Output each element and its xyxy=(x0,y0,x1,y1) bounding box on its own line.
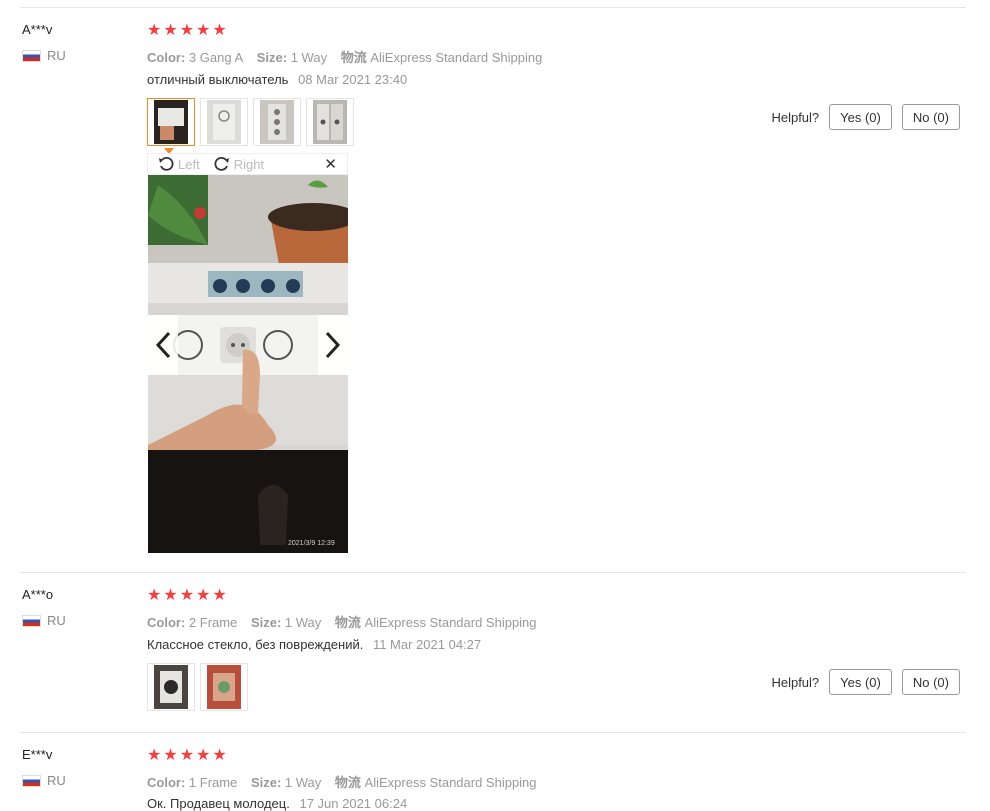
star-icon: ★ xyxy=(212,22,227,39)
reviewer-country: RU xyxy=(22,48,66,63)
helpful-yes-button[interactable]: Yes (0) xyxy=(829,669,892,695)
divider xyxy=(20,7,966,8)
star-icon: ★ xyxy=(179,747,195,764)
star-icon: ★ xyxy=(147,587,162,604)
star-rating: ★ ★ ★ ★ ★ xyxy=(147,23,227,39)
russia-flag-icon xyxy=(22,49,41,62)
photo-thumbnail[interactable] xyxy=(306,98,354,146)
star-icon: ★ xyxy=(212,747,227,764)
star-icon: ★ xyxy=(196,22,211,39)
star-icon: ★ xyxy=(179,22,195,39)
size-label: Size: xyxy=(250,615,282,630)
color-value: 3 Gang A xyxy=(188,50,244,65)
helpful-no-button[interactable]: No (0) xyxy=(901,669,960,695)
star-icon: ★ xyxy=(196,747,211,764)
sku-attributes: Color: 2 Frame Size: 1 Way 物流 AliExpress… xyxy=(147,612,547,631)
photo-thumbnail[interactable] xyxy=(253,98,301,146)
shipping-value: AliExpress Standard Shipping xyxy=(364,615,537,630)
size-value: 1 Way xyxy=(284,615,322,630)
country-code: RU xyxy=(47,773,66,788)
color-label: Color: xyxy=(147,775,186,790)
chevron-left-icon xyxy=(155,331,171,359)
star-icon: ★ xyxy=(147,747,162,764)
photo-thumbnail[interactable] xyxy=(200,98,248,146)
helpful-votes: Helpful? Yes (0) No (0) xyxy=(771,104,960,130)
country-code: RU xyxy=(47,613,66,628)
star-icon: ★ xyxy=(163,587,178,604)
shipping-value: AliExpress Standard Shipping xyxy=(370,50,543,65)
size-label: Size: xyxy=(256,50,288,65)
photo-thumbnail-image xyxy=(207,665,241,709)
helpful-label: Helpful? xyxy=(771,674,820,690)
photo-thumbnail[interactable] xyxy=(147,98,195,146)
shipping-label: 物流 xyxy=(334,615,361,630)
size-value: 1 Way xyxy=(284,775,322,790)
review-body: Ок. Продавец молодец. xyxy=(147,796,290,811)
helpful-yes-button[interactable]: Yes (0) xyxy=(829,104,892,130)
photo-thumbnail-image xyxy=(154,100,188,144)
review-body: отличный выключатель xyxy=(147,72,289,87)
photo-thumbnail-image xyxy=(260,100,294,144)
shipping-value: AliExpress Standard Shipping xyxy=(364,775,537,790)
review-text: Классное стекло, без повреждений. 11 Mar… xyxy=(147,637,481,652)
sku-attributes: Color: 3 Gang A Size: 1 Way 物流 AliExpres… xyxy=(147,47,552,66)
photo-viewer-toolbar: Left Right ✕ xyxy=(147,153,348,175)
rotate-left-button[interactable]: Left xyxy=(158,156,200,172)
photo-thumbnail-image xyxy=(207,100,241,144)
close-viewer-button[interactable]: ✕ xyxy=(324,155,337,173)
sku-attributes: Color: 1 Frame Size: 1 Way 物流 AliExpress… xyxy=(147,772,547,791)
helpful-label: Helpful? xyxy=(771,109,820,125)
color-value: 2 Frame xyxy=(188,615,238,630)
chevron-right-icon xyxy=(325,331,341,359)
country-code: RU xyxy=(47,48,66,63)
russia-flag-icon xyxy=(22,614,41,627)
rotate-left-icon xyxy=(159,156,174,171)
next-photo-button[interactable] xyxy=(318,315,348,375)
photo-timestamp: 2021/3/9 12:39 xyxy=(288,540,335,547)
photo-thumbnail-image xyxy=(313,100,347,144)
star-rating: ★ ★ ★ ★ ★ xyxy=(147,748,227,764)
review-photos xyxy=(147,663,248,711)
helpful-no-button[interactable]: No (0) xyxy=(901,104,960,130)
divider xyxy=(20,572,966,573)
shipping-label: 物流 xyxy=(334,775,361,790)
star-icon: ★ xyxy=(147,22,162,39)
star-rating: ★ ★ ★ ★ ★ xyxy=(147,588,227,604)
russia-flag-icon xyxy=(22,774,41,787)
review-photos xyxy=(147,98,354,146)
rotate-right-button[interactable]: Right xyxy=(214,156,264,172)
size-label: Size: xyxy=(250,775,282,790)
reviewer-country: RU xyxy=(22,613,66,628)
star-icon: ★ xyxy=(196,587,211,604)
reviewer-name: E***v xyxy=(22,747,53,762)
shipping-label: 物流 xyxy=(340,50,367,65)
color-value: 1 Frame xyxy=(188,775,238,790)
star-icon: ★ xyxy=(179,587,195,604)
photo-thumbnail[interactable] xyxy=(200,663,248,711)
rotate-right-icon xyxy=(214,156,229,171)
star-icon: ★ xyxy=(163,747,178,764)
review-date: 08 Mar 2021 23:40 xyxy=(298,72,408,87)
review-body: Классное стекло, без повреждений. xyxy=(147,637,364,652)
helpful-votes: Helpful? Yes (0) No (0) xyxy=(771,669,960,695)
photo-thumbnail-image xyxy=(154,665,188,709)
previous-photo-button[interactable] xyxy=(148,315,178,375)
review-text: отличный выключатель 08 Mar 2021 23:40 xyxy=(147,72,407,87)
rotate-right-label: Right xyxy=(233,156,265,172)
rotate-left-label: Left xyxy=(178,156,200,172)
reviewer-name: A***o xyxy=(22,587,54,602)
review-date: 17 Jun 2021 06:24 xyxy=(299,796,408,811)
star-icon: ★ xyxy=(163,22,178,39)
size-value: 1 Way xyxy=(290,50,328,65)
divider xyxy=(20,732,966,733)
reviewer-name: A***v xyxy=(22,22,53,37)
star-icon: ★ xyxy=(212,587,227,604)
review-date: 11 Mar 2021 04:27 xyxy=(372,637,482,652)
review-text: Ок. Продавец молодец. 17 Jun 2021 06:24 xyxy=(147,796,407,811)
color-label: Color: xyxy=(147,615,186,630)
reviewer-country: RU xyxy=(22,773,66,788)
photo-thumbnail[interactable] xyxy=(147,663,195,711)
color-label: Color: xyxy=(147,50,186,65)
